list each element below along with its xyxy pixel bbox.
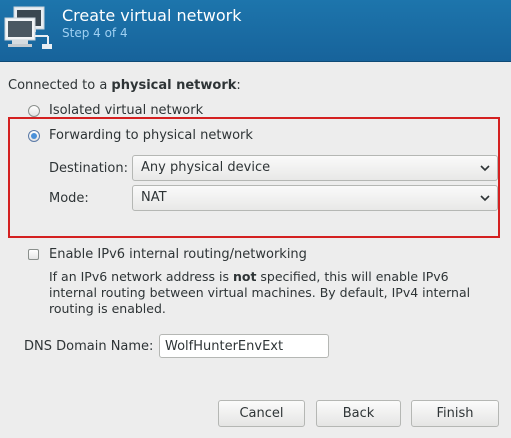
finish-button[interactable]: Finish — [411, 400, 499, 427]
ipv6-checkbox[interactable] — [28, 249, 39, 260]
mode-select[interactable]: NAT — [132, 185, 498, 211]
forwarding-network-radio[interactable] — [28, 130, 40, 142]
wizard-title: Create virtual network — [62, 6, 242, 25]
connection-heading: Connected to a physical network: — [8, 78, 241, 93]
mode-label: Mode: — [49, 191, 89, 206]
ipv6-label[interactable]: Enable IPv6 internal routing/networking — [49, 247, 307, 262]
dns-domain-label: DNS Domain Name: — [24, 339, 154, 354]
ipv6-description: If an IPv6 network address is not specif… — [49, 269, 471, 316]
dns-domain-input[interactable] — [159, 334, 329, 358]
destination-value: Any physical device — [141, 160, 271, 175]
isolated-network-radio[interactable] — [28, 105, 40, 117]
destination-select[interactable]: Any physical device — [132, 155, 498, 181]
wizard-header: Create virtual network Step 4 of 4 — [0, 0, 511, 62]
wizard-step: Step 4 of 4 — [62, 26, 128, 40]
cancel-button[interactable]: Cancel — [218, 400, 305, 427]
forwarding-network-label[interactable]: Forwarding to physical network — [49, 128, 253, 143]
destination-label: Destination: — [49, 161, 128, 176]
mode-value: NAT — [141, 190, 167, 205]
back-button[interactable]: Back — [316, 400, 401, 427]
chevron-down-icon — [480, 165, 490, 172]
isolated-network-label[interactable]: Isolated virtual network — [49, 103, 203, 118]
network-computers-icon — [4, 6, 52, 49]
chevron-down-icon — [480, 195, 490, 202]
